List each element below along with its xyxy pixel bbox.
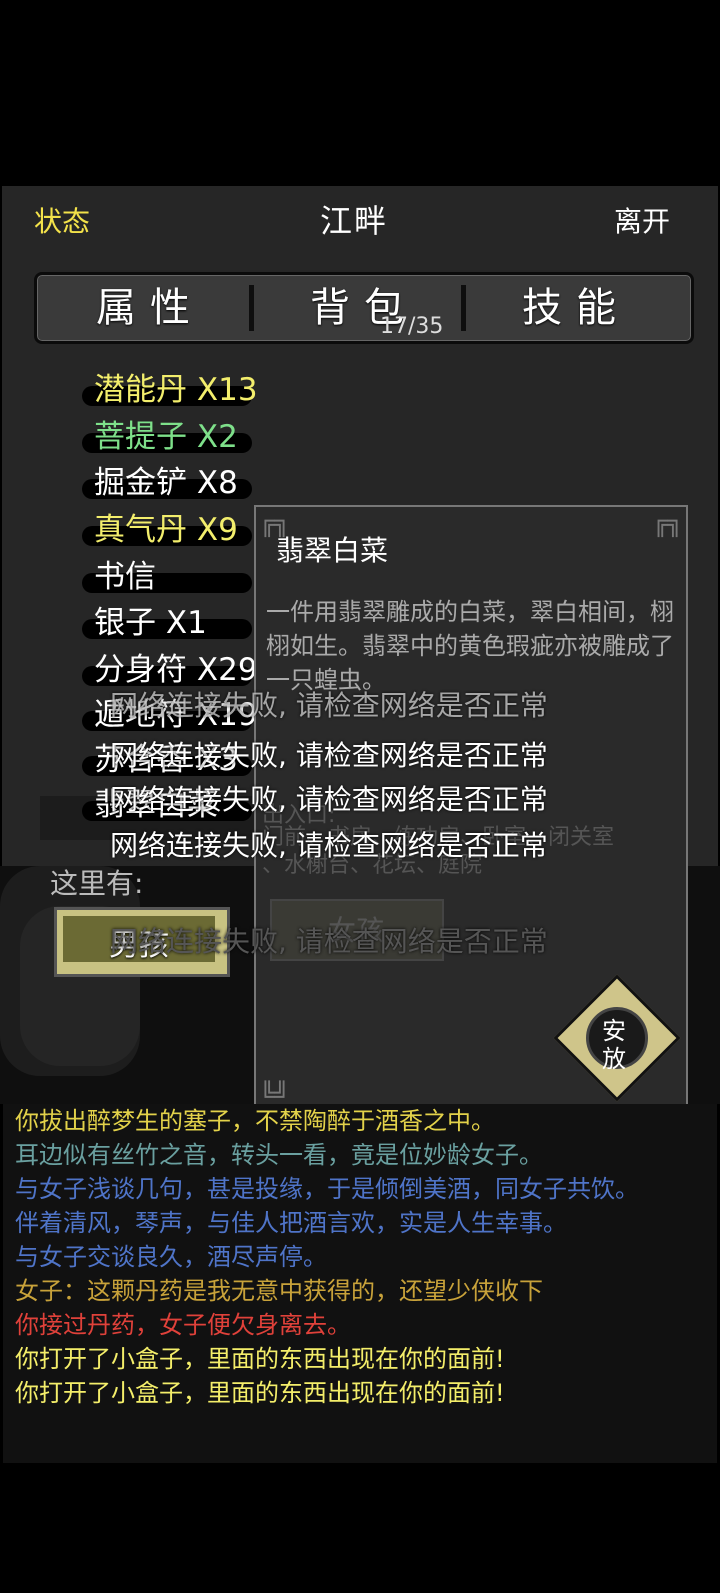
place-item-button[interactable]: 安 放 [553,974,681,1102]
network-error-toast: 网络连接失败, 请检查网络是否正常 [110,829,548,862]
status-button[interactable]: 状态 [34,200,90,240]
bag-item-label: 潜能丹 X13 [94,372,258,408]
tab-divider [461,285,466,331]
message-log: 你拔出醉梦生的塞子，不禁陶醉于酒香之中。耳边似有丝竹之音，转头一看，竟是位妙龄女… [3,1104,717,1463]
log-line: 耳边似有丝竹之音，转头一看，竟是位妙龄女子。 [15,1141,543,1169]
bag-item-label: 银子 X1 [94,605,207,641]
log-line: 女子：这颗丹药是我无意中获得的，还望少侠收下 [15,1277,543,1305]
leave-button[interactable]: 离开 [614,200,670,240]
tab-divider [249,285,254,331]
network-error-toast: 网络连接失败, 请检查网络是否正常 [110,783,548,816]
network-error-toast: 网络连接失败, 请检查网络是否正常 [110,925,548,958]
bag-item[interactable]: 银子 X1 [72,603,252,643]
bag-item-label: 掘金铲 X8 [94,465,238,501]
log-line: 与女子交谈良久，酒尽声停。 [15,1243,327,1271]
log-line: 你打开了小盒子，里面的东西出现在你的面前! [15,1379,505,1407]
log-line: 与女子浅谈几句，甚是投缘，于是倾倒美酒，同女子共饮。 [15,1175,639,1203]
bag-item-label: 书信 [94,559,156,595]
bag-item[interactable]: 书信 [72,557,252,597]
log-line: 伴着清风，琴声，与佳人把酒言欢，实是人生幸事。 [15,1209,567,1237]
log-line: 你接过丹药，女子便欠身离去。 [15,1311,351,1339]
tab-attributes[interactable]: 属性 [43,275,257,341]
item-title: 翡翠白菜 [276,534,389,567]
place-label-2: 放 [602,1045,626,1073]
tab-skills[interactable]: 技能 [469,275,683,341]
bag-item-label: 真气丹 X9 [94,512,238,548]
log-line: 你拔出醉梦生的塞子，不禁陶醉于酒香之中。 [15,1107,495,1135]
log-line: 你打开了小盒子，里面的东西出现在你的面前! [15,1345,505,1373]
bag-capacity: 17/35 [380,314,444,339]
bag-item[interactable]: 菩提子 X2 [72,417,252,457]
network-error-toast: 网络连接失败, 请检查网络是否正常 [110,689,548,722]
network-error-toast: 网络连接失败, 请检查网络是否正常 [110,739,548,772]
here-label: 这里有: [50,867,144,900]
bag-item-label: 菩提子 X2 [94,419,238,455]
location-title: 江畔 [320,202,389,240]
bag-item[interactable]: 潜能丹 X13 [72,370,258,410]
item-description: 一件用翡翠雕成的白菜，翠白相间，栩栩如生。翡翠中的黄色瑕疵亦被雕成了一只蝗虫。 [266,598,674,694]
frame-corner-ornament: ╔╗ [653,509,682,537]
bag-item[interactable]: 掘金铲 X8 [72,463,252,503]
tab-bar: 属性 背包 技能 [34,272,694,344]
bag-item[interactable]: 真气丹 X9 [72,510,252,550]
